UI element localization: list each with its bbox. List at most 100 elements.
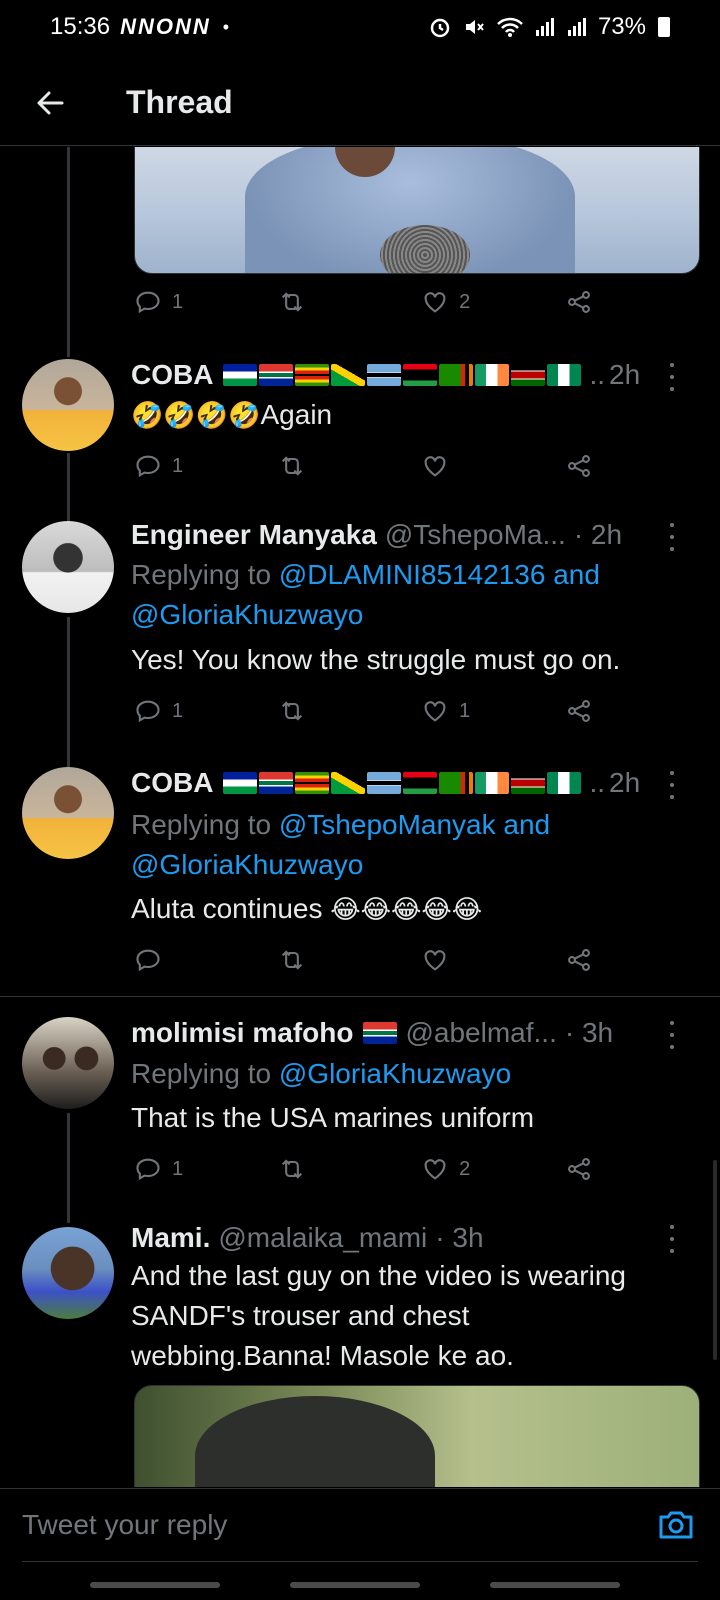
- notification-icons: NNONN: [120, 14, 211, 39]
- share-button[interactable]: [565, 697, 604, 725]
- flag-emojis: [223, 772, 582, 794]
- tweet-actions: 1: [134, 446, 604, 486]
- reply-icon: [136, 949, 160, 972]
- more-options-icon[interactable]: [666, 523, 678, 551]
- nav-home-indicator[interactable]: [290, 1582, 420, 1588]
- flag-kenya-icon: [511, 364, 546, 386]
- tweet-time[interactable]: · 3h: [435, 1222, 483, 1254]
- flag-kenya-icon: [511, 772, 546, 794]
- heart-icon: [424, 950, 446, 971]
- like-button[interactable]: 1: [421, 697, 565, 725]
- reply-button[interactable]: [134, 946, 278, 974]
- reply-input[interactable]: Tweet your reply: [22, 1503, 622, 1547]
- share-button[interactable]: [565, 452, 604, 480]
- tweet-time[interactable]: · 2h: [574, 519, 622, 551]
- camera-icon[interactable]: [656, 1505, 696, 1545]
- tweet-time[interactable]: 2h: [609, 359, 640, 391]
- reply-button[interactable]: 1: [134, 697, 278, 725]
- tweet-time[interactable]: 2h: [609, 767, 640, 799]
- retweet-button[interactable]: [278, 288, 422, 316]
- system-nav-bar: [0, 1570, 720, 1600]
- display-name[interactable]: Engineer Manyaka: [131, 519, 377, 551]
- mention-link[interactable]: @DLAMINI85142136 and: [279, 559, 600, 590]
- display-name[interactable]: COBA: [131, 359, 213, 391]
- mention-link[interactable]: @GloriaKhuzwayo: [131, 849, 363, 880]
- more-options-icon[interactable]: [666, 363, 678, 391]
- share-button[interactable]: [565, 1155, 604, 1183]
- nav-recents-indicator[interactable]: [90, 1582, 220, 1588]
- like-button[interactable]: 2: [421, 1155, 565, 1183]
- thread-line: [67, 617, 70, 767]
- reply-icon: [136, 291, 160, 314]
- user-handle[interactable]: @malaika_mami: [218, 1222, 427, 1254]
- back-button[interactable]: [0, 60, 100, 146]
- display-name[interactable]: Mami.: [131, 1222, 210, 1254]
- share-button[interactable]: [565, 946, 604, 974]
- signal-icon: [535, 18, 554, 36]
- thread-feed[interactable]: 1 2 COBA .. 2h 🤣🤣🤣🤣Again 1 Engineer Many…: [0, 147, 720, 1487]
- tweet-text: 🤣🤣🤣🤣Again: [131, 399, 333, 430]
- flag-jamaica-icon: [331, 772, 366, 794]
- more-options-icon[interactable]: [666, 771, 678, 799]
- flag-lesotho-icon: [223, 364, 258, 386]
- avatar[interactable]: [22, 1227, 114, 1319]
- retweet-icon: [281, 701, 302, 721]
- avatar[interactable]: [22, 521, 114, 613]
- tweet-media-image[interactable]: [134, 1385, 700, 1487]
- handle-truncated: ..: [589, 359, 606, 390]
- heart-icon: [424, 1159, 446, 1180]
- avatar[interactable]: [22, 767, 114, 859]
- share-button[interactable]: [565, 288, 604, 316]
- tweet-text: Yes! You know the struggle must go on.: [131, 644, 621, 675]
- alarm-icon: [430, 18, 450, 38]
- display-name[interactable]: COBA: [131, 767, 213, 799]
- flag-south-africa-icon: [259, 364, 294, 386]
- nav-back-indicator[interactable]: [490, 1582, 620, 1588]
- flag-zimbabwe-icon: [295, 772, 330, 794]
- avatar[interactable]: [22, 359, 114, 451]
- retweet-icon: [281, 950, 302, 970]
- reply-underline: [22, 1561, 698, 1562]
- mention-link[interactable]: @TshepoManyak and: [279, 809, 550, 840]
- flag-south-africa-icon: [259, 772, 294, 794]
- scrollbar[interactable]: [713, 1160, 717, 1360]
- tweet-text: And the last guy on the video is wearing…: [131, 1260, 626, 1371]
- like-button[interactable]: [421, 946, 565, 974]
- tweet-media-image[interactable]: [134, 147, 700, 274]
- share-icon: [567, 455, 590, 477]
- flag-libya-icon: [403, 364, 438, 386]
- mention-link[interactable]: @GloriaKhuzwayo: [131, 599, 363, 630]
- reply-icon: [136, 1158, 160, 1181]
- tweet-time[interactable]: · 3h: [565, 1017, 613, 1049]
- retweet-icon: [281, 292, 302, 312]
- reply-button[interactable]: 1: [134, 1155, 278, 1183]
- retweet-button[interactable]: [278, 452, 422, 480]
- like-button[interactable]: 2: [421, 288, 565, 316]
- tweet-actions: 1 1: [134, 691, 604, 731]
- flag-ireland-icon: [475, 364, 510, 386]
- flag-botswana-icon: [367, 772, 402, 794]
- mention-link[interactable]: @GloriaKhuzwayo: [279, 1058, 511, 1089]
- tweet-text: That is the USA marines uniform: [131, 1102, 535, 1133]
- tweet-text: Aluta continues 😂😂😂😂😂: [131, 893, 483, 924]
- display-name[interactable]: molimisi mafoho: [131, 1017, 353, 1049]
- retweet-button[interactable]: [278, 946, 422, 974]
- reply-button[interactable]: 1: [134, 288, 278, 316]
- reply-icon: [136, 455, 160, 478]
- flag-libya-icon: [403, 772, 438, 794]
- user-handle[interactable]: @abelmaf...: [405, 1017, 556, 1049]
- avatar[interactable]: [22, 1017, 114, 1109]
- reply-button[interactable]: 1: [134, 452, 278, 480]
- more-options-icon[interactable]: [666, 1021, 678, 1049]
- like-button[interactable]: [421, 452, 565, 480]
- wifi-icon: [497, 17, 523, 37]
- retweet-button[interactable]: [278, 697, 422, 725]
- retweet-button[interactable]: [278, 1155, 422, 1183]
- signal-icon: [567, 18, 586, 36]
- tweet-header: Engineer Manyaka @TshepoMa... · 2h: [131, 515, 671, 555]
- user-handle[interactable]: @TshepoMa...: [385, 519, 566, 551]
- thread-line: [67, 1113, 70, 1223]
- more-options-icon[interactable]: [666, 1225, 678, 1253]
- retweet-icon: [281, 456, 302, 476]
- status-dot: •: [222, 16, 230, 37]
